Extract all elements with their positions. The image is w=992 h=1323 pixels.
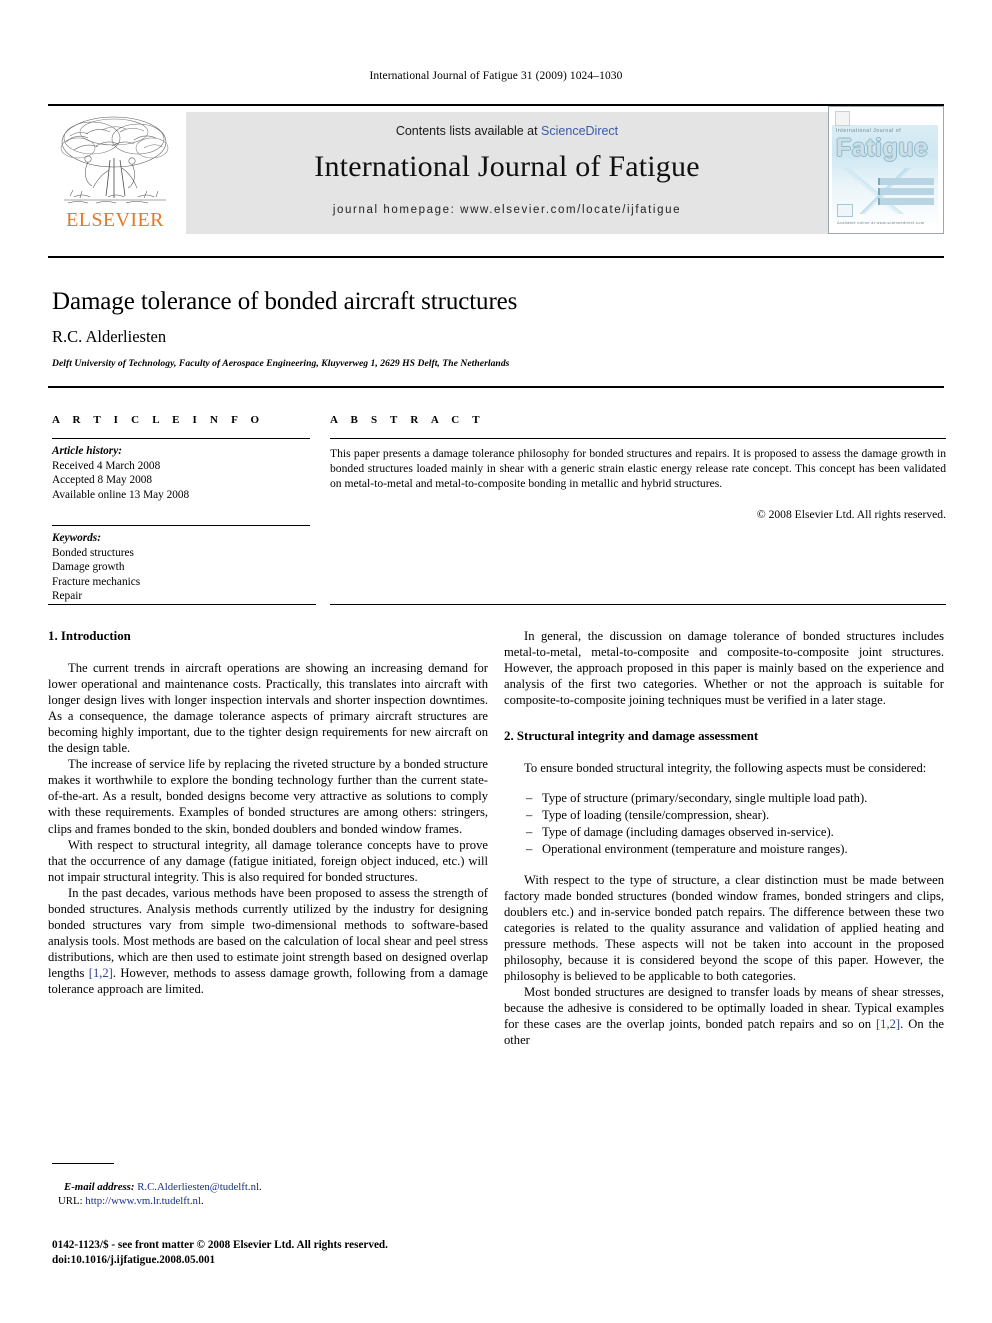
paragraph: With respect to structural integrity, al… bbox=[48, 837, 488, 884]
paper-page: International Journal of Fatigue 31 (200… bbox=[0, 0, 992, 1323]
journal-masthead: ELSEVIER Contents lists available at Sci… bbox=[48, 104, 944, 234]
keywords-label: Keywords: bbox=[52, 532, 101, 544]
paragraph-text-part: . However, methods to assess damage grow… bbox=[48, 965, 488, 996]
body-rule-left bbox=[48, 604, 316, 605]
cover-artwork: International Journal of Fatigue Availab… bbox=[832, 110, 938, 228]
article-info-rule-top bbox=[52, 438, 310, 439]
keyword-item: Repair bbox=[52, 590, 83, 603]
abstract-text: This paper presents a damage tolerance p… bbox=[330, 447, 946, 491]
article-info-heading: A R T I C L E I N F O bbox=[52, 414, 265, 426]
article-info-rule-mid bbox=[52, 525, 310, 526]
page-title: Damage tolerance of bonded aircraft stru… bbox=[52, 288, 518, 315]
masthead-bottom-rule bbox=[48, 256, 944, 258]
paragraph: With respect to the type of structure, a… bbox=[504, 872, 944, 983]
citation-link[interactable]: [1,2] bbox=[876, 1017, 900, 1031]
article-history-online: Available online 13 May 2008 bbox=[52, 488, 190, 501]
email-link[interactable]: R.C.Alderliesten@tudelft.nl bbox=[137, 1181, 259, 1193]
list-item: Type of structure (primary/secondary, si… bbox=[526, 790, 944, 806]
email-label: E-mail address: bbox=[64, 1181, 135, 1193]
paragraph-with-citation: Most bonded structures are designed to t… bbox=[504, 984, 944, 1048]
keyword-item: Bonded structures bbox=[52, 546, 134, 559]
abstract-rights: © 2008 Elsevier Ltd. All rights reserved… bbox=[756, 508, 946, 521]
journal-homepage[interactable]: journal homepage: www.elsevier.com/locat… bbox=[186, 204, 828, 216]
contents-available-line: Contents lists available at ScienceDirec… bbox=[186, 124, 828, 138]
elsevier-tree-icon bbox=[52, 112, 178, 210]
paragraph: To ensure bonded structural integrity, t… bbox=[524, 761, 927, 776]
doi-line: doi:10.1016/j.ijfatigue.2008.05.001 bbox=[52, 1253, 216, 1266]
list-item: Operational environment (temperature and… bbox=[526, 841, 944, 857]
elsevier-wordmark: ELSEVIER bbox=[66, 209, 164, 231]
abstract-heading: A B S T R A C T bbox=[330, 414, 485, 426]
article-history-received: Received 4 March 2008 bbox=[52, 459, 161, 472]
issn-copyright-line: 0142-1123/$ - see front matter © 2008 El… bbox=[52, 1239, 388, 1251]
elsevier-logo: ELSEVIER bbox=[52, 112, 178, 234]
email-line: E-mail address: R.C.Alderliesten@tudelft… bbox=[52, 1180, 472, 1194]
section-heading-2: 2. Structural integrity and damage asses… bbox=[504, 729, 759, 744]
masthead-top-rule bbox=[48, 104, 944, 106]
contents-available-prefix: Contents lists available at bbox=[395, 124, 542, 138]
running-head: International Journal of Fatigue 31 (200… bbox=[369, 70, 623, 82]
cover-topic-tag bbox=[878, 178, 934, 185]
sciencedirect-link[interactable]: ScienceDirect bbox=[541, 124, 618, 138]
list-item: Type of damage (including damages observ… bbox=[526, 824, 944, 840]
cover-topic-tags bbox=[878, 178, 934, 208]
paragraph: In general, the discussion on damage tol… bbox=[504, 629, 944, 708]
url-period: . bbox=[200, 1195, 204, 1208]
cover-footer-text: Available online at www.sciencedirect.co… bbox=[837, 220, 925, 225]
author-affiliation: Delft University of Technology, Faculty … bbox=[52, 358, 510, 369]
cover-publisher-icon bbox=[837, 204, 853, 217]
citation-link[interactable]: [1,2] bbox=[89, 966, 113, 980]
body-column-left: 1. Introduction The current trends in ai… bbox=[48, 628, 488, 997]
keyword-item: Damage growth bbox=[52, 561, 125, 574]
aspects-list: Type of structure (primary/secondary, si… bbox=[504, 790, 944, 857]
footnote-rule bbox=[52, 1163, 114, 1164]
body-column-right: In general, the discussion on damage tol… bbox=[504, 628, 944, 1048]
title-bottom-rule bbox=[48, 386, 944, 388]
abstract-rule-top bbox=[330, 438, 946, 439]
keywords-block: Keywords: Bonded structures Damage growt… bbox=[52, 531, 310, 604]
email-period: . bbox=[258, 1181, 262, 1193]
cover-topic-tag bbox=[878, 188, 934, 195]
article-history-label: Article history: bbox=[52, 445, 122, 457]
list-item: Type of loading (tensile/compression, sh… bbox=[526, 807, 944, 823]
journal-cover-thumbnail: International Journal of Fatigue Availab… bbox=[828, 106, 944, 234]
article-history-accepted: Accepted 8 May 2008 bbox=[52, 474, 153, 487]
masthead-banner: Contents lists available at ScienceDirec… bbox=[186, 112, 828, 234]
paragraph: The increase of service life by replacin… bbox=[48, 757, 488, 836]
body-rule-right bbox=[330, 604, 946, 605]
article-history-block: Article history: Received 4 March 2008 A… bbox=[52, 444, 310, 502]
url-link[interactable]: http://www.vm.lr.tudelft.nl bbox=[85, 1195, 201, 1207]
footer-block: 0142-1123/$ - see front matter © 2008 El… bbox=[52, 1238, 532, 1267]
section-heading-1: 1. Introduction bbox=[48, 629, 131, 643]
footnote-block: E-mail address: R.C.Alderliesten@tudelft… bbox=[52, 1180, 472, 1209]
cover-topic-tag bbox=[878, 198, 934, 205]
author-name: R.C. Alderliesten bbox=[52, 327, 167, 346]
paragraph-with-citation: In the past decades, various methods hav… bbox=[48, 885, 488, 997]
paragraph: The current trends in aircraft operation… bbox=[48, 661, 488, 756]
cover-title-word: Fatigue bbox=[836, 134, 929, 162]
cover-elsevier-icon bbox=[835, 111, 850, 126]
url-label: URL: bbox=[58, 1195, 83, 1208]
journal-title: International Journal of Fatigue bbox=[314, 150, 700, 183]
keyword-item: Fracture mechanics bbox=[52, 575, 141, 588]
url-line: URL: http://www.vm.lr.tudelft.nl. bbox=[52, 1194, 472, 1208]
